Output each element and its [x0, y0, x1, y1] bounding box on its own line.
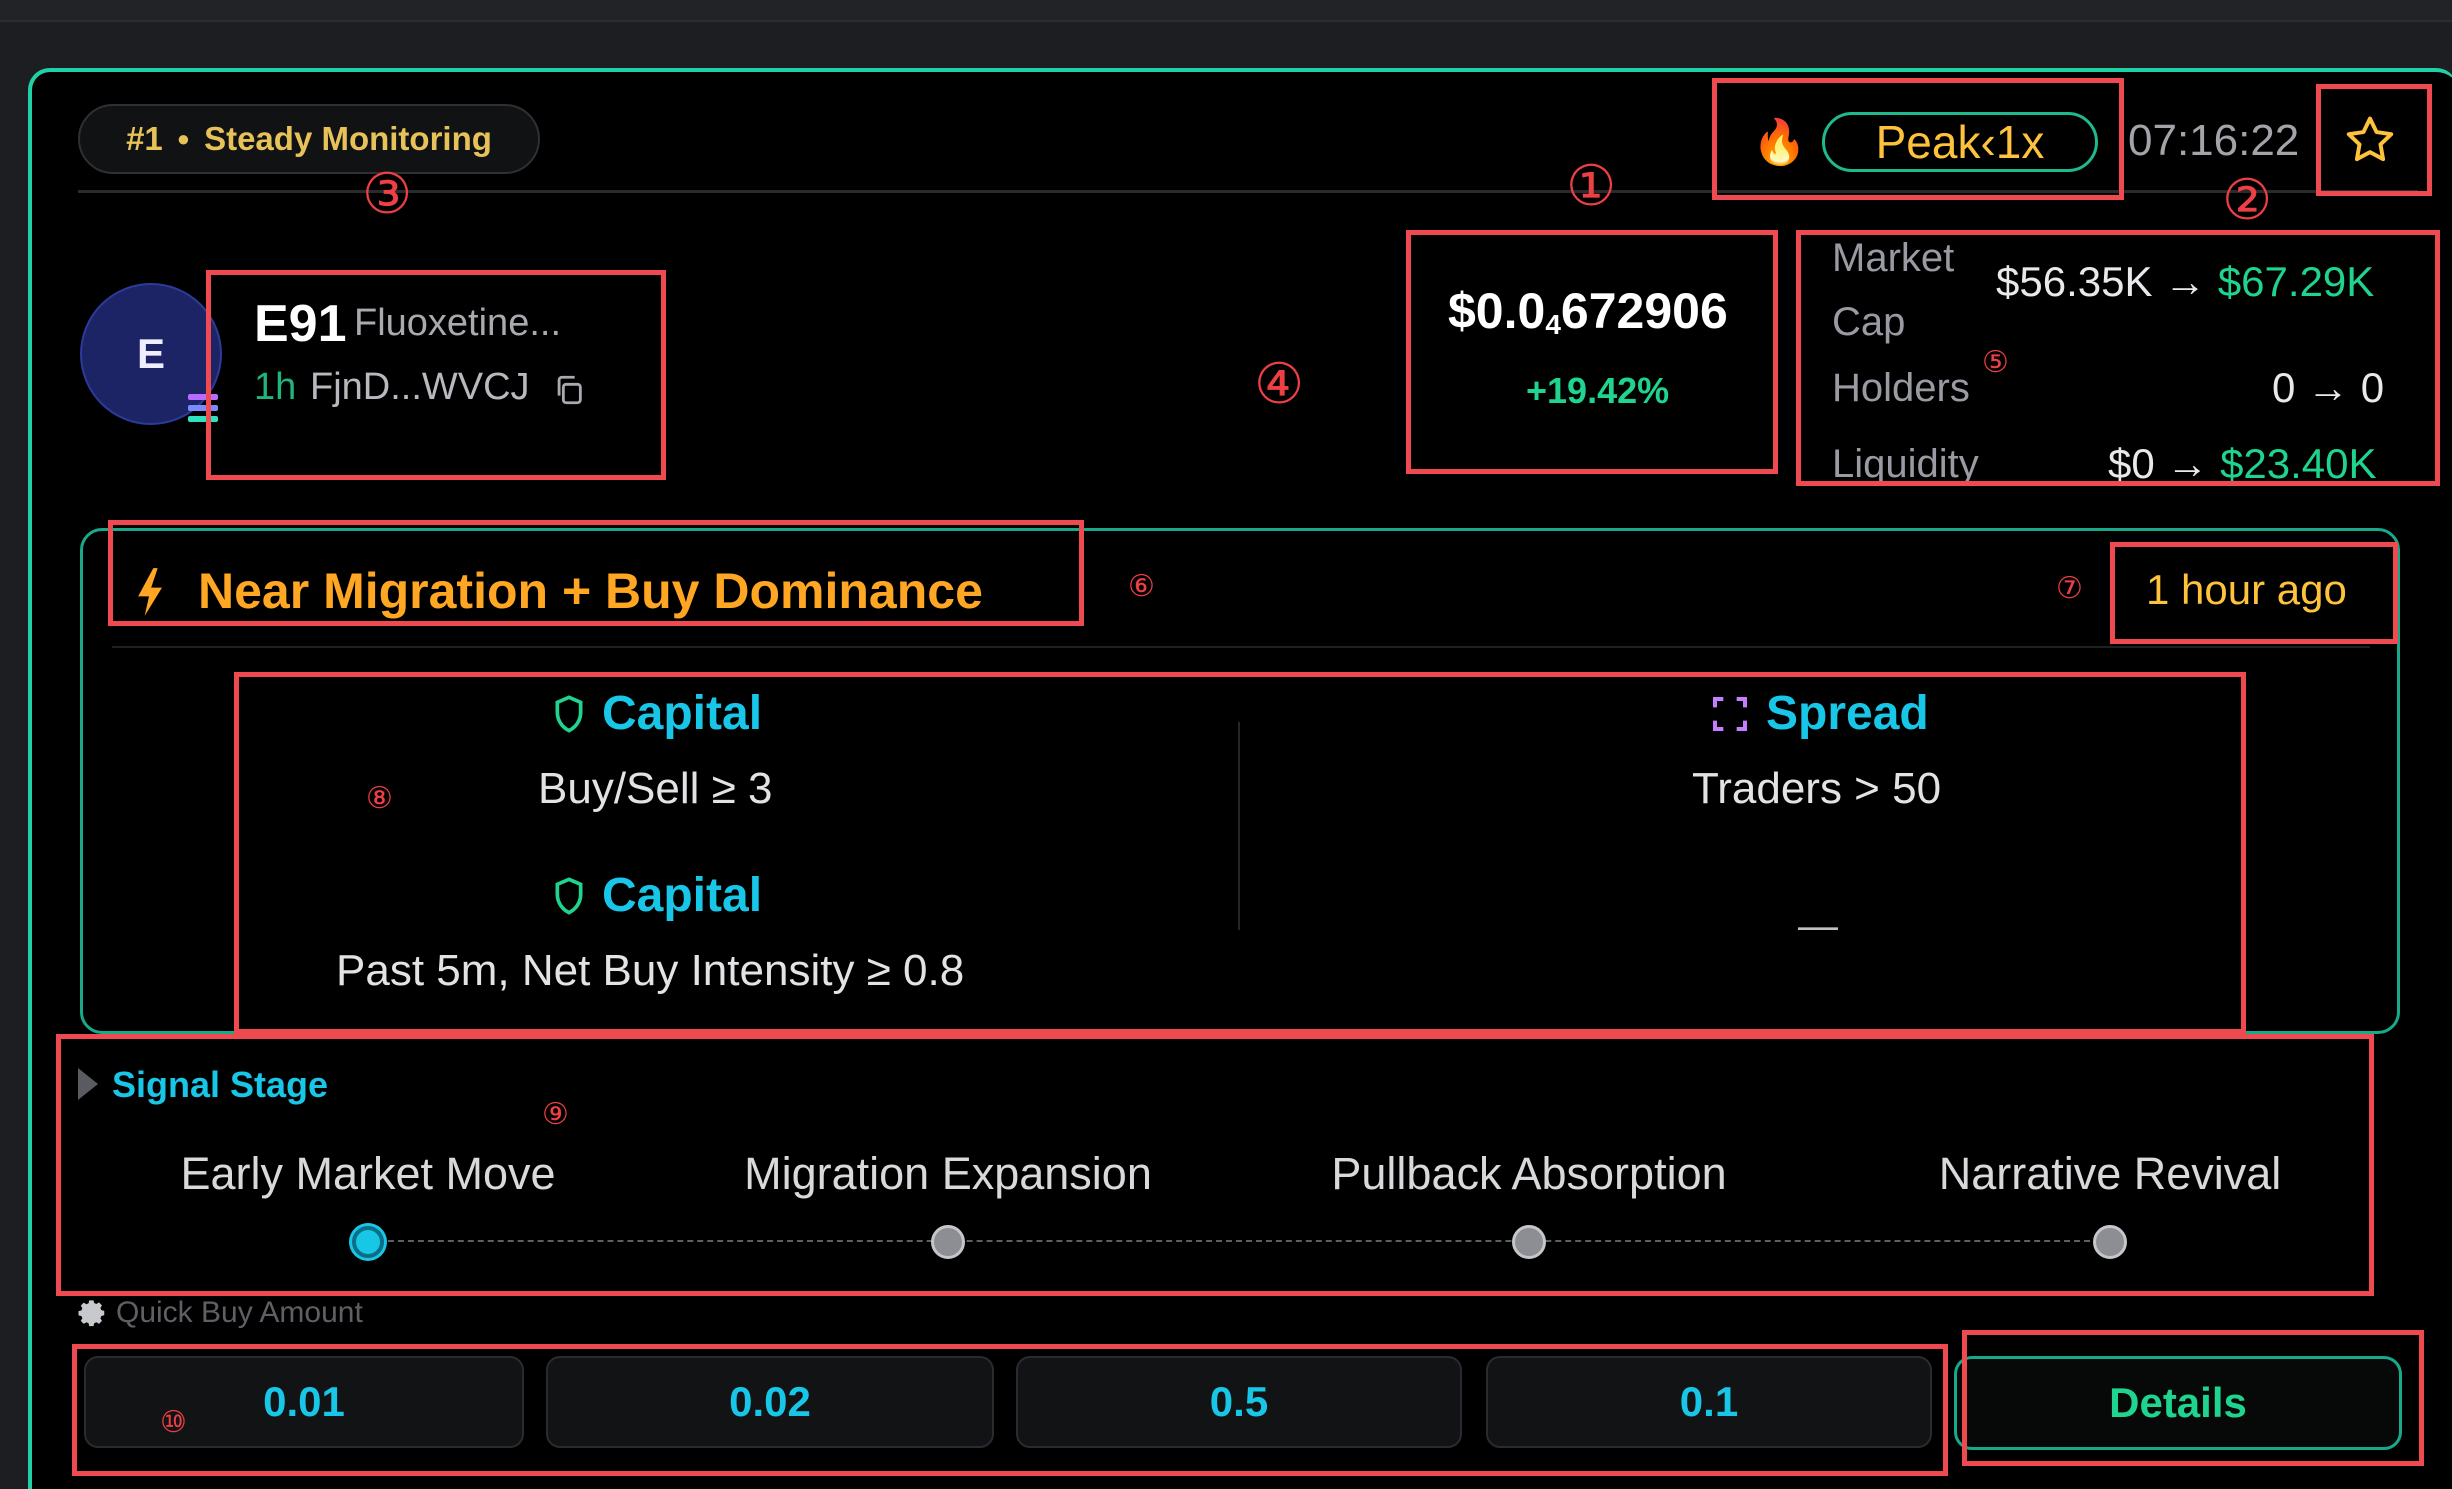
shield-icon [555, 876, 583, 915]
stage-dot [931, 1225, 965, 1259]
annotation-10: ⑩ [160, 1406, 187, 1439]
liquidity-from: $0 [2108, 440, 2155, 487]
panel-divider [112, 646, 2370, 648]
top-bar [0, 0, 2452, 22]
conditions-divider [1238, 722, 1240, 930]
stage-label-4: Narrative Revival [1938, 1148, 2282, 1199]
quick-buy-button-3[interactable]: 0.5 [1016, 1356, 1462, 1448]
status-dot: ● [176, 126, 191, 151]
chain-icon [186, 392, 220, 424]
condition-4-rule: — [1798, 904, 1838, 948]
market-cap-label: Market Cap [1832, 226, 1954, 354]
rank-number: #1 [126, 120, 163, 157]
token-symbol: E91 [254, 295, 347, 353]
price-prefix: $0.0 [1448, 283, 1546, 339]
holders-from: 0 [2272, 364, 2296, 411]
annotation-7: ⑦ [2056, 572, 2083, 605]
holders-label: Holders [1832, 366, 1970, 410]
annotation-1: ① [1566, 154, 1617, 217]
quick-buy-amount: 0.5 [1209, 1378, 1269, 1425]
holders-to: 0 [2360, 364, 2385, 411]
gear-icon [78, 1298, 108, 1328]
liquidity-label: Liquidity [1832, 442, 1979, 486]
spread-icon [1713, 696, 1747, 731]
status-text: Steady Monitoring [204, 120, 492, 157]
token-age: 1h [254, 366, 297, 408]
stage-dot-active [352, 1226, 384, 1258]
annotation-4: ④ [1254, 352, 1305, 415]
stage-track [368, 1240, 2110, 1242]
price-change: +19.42% [1526, 370, 1670, 411]
stage-label-2: Migration Expansion [744, 1148, 1152, 1199]
holders-value: 0 → 0 [2272, 364, 2384, 412]
rank-status-badge: #1 ● Steady Monitoring [78, 104, 540, 174]
market-cap-label-line2: Cap [1832, 300, 1906, 344]
annotation-8: ⑧ [366, 782, 393, 815]
copy-icon[interactable] [552, 372, 586, 408]
condition-3-header: Capital [552, 868, 762, 923]
annotation-5: ⑤ [1982, 346, 2009, 379]
signal-title: Near Migration + Buy Dominance [198, 563, 983, 619]
peak-badge: Peak‹1x [1822, 112, 2098, 172]
annotation-3: ③ [362, 162, 413, 225]
arrow: → [2166, 440, 2209, 487]
annotation-9: ⑨ [542, 1098, 569, 1131]
token-address: FjnD...WVCJ [310, 366, 530, 408]
token-name: Fluoxetine... [354, 302, 561, 344]
condition-3-rule: Past 5m, Net Buy Intensity ≥ 0.8 [336, 946, 965, 995]
price-zero-count: 4 [1545, 309, 1561, 340]
quick-buy-amount: 0.02 [729, 1378, 811, 1425]
condition-1-header: Capital [552, 686, 762, 741]
liquidity-value: $0 → $23.40K [2108, 440, 2377, 488]
collapse-toggle-icon[interactable] [78, 1068, 98, 1100]
condition-2-header: Spread [1710, 686, 1929, 741]
shield-icon [555, 694, 583, 733]
liquidity-to: $23.40K [2220, 440, 2377, 487]
clock-time: 07:16:22 [2128, 116, 2300, 165]
arrow: → [2307, 364, 2350, 411]
stage-dot [1512, 1225, 1546, 1259]
quick-buy-amount: 0.1 [1679, 1378, 1739, 1425]
stage-label-1: Early Market Move [180, 1148, 556, 1199]
market-cap-value: $56.35K → $67.29K [1996, 258, 2374, 306]
annotation-2: ② [2222, 168, 2273, 231]
details-button[interactable]: Details [1954, 1356, 2402, 1450]
header-divider [78, 190, 2418, 193]
quick-buy-label: Quick Buy Amount [116, 1296, 363, 1329]
condition-category: Capital [602, 869, 763, 922]
stage-label-3: Pullback Absorption [1331, 1148, 1727, 1199]
annotation-6: ⑥ [1128, 570, 1155, 603]
market-cap-from: $56.35K [1996, 258, 2153, 305]
quick-buy-amount: 0.01 [263, 1378, 345, 1425]
peak-label: Peak‹1x [1875, 116, 2045, 168]
token-price: $0.04672906 [1448, 282, 1728, 341]
lightning-icon [132, 566, 166, 618]
arrow: → [2164, 258, 2207, 305]
star-icon[interactable] [2342, 112, 2398, 168]
condition-category: Capital [602, 687, 763, 740]
signal-time-ago: 1 hour ago [2146, 566, 2347, 613]
market-cap-label-line1: Market [1832, 236, 1955, 280]
market-cap-to: $67.29K [2217, 258, 2375, 305]
condition-1-rule: Buy/Sell ≥ 3 [538, 764, 773, 813]
fire-icon: 🔥 [1752, 118, 1807, 167]
avatar-letter: E [136, 330, 165, 377]
quick-buy-button-2[interactable]: 0.02 [546, 1356, 994, 1448]
condition-2-rule: Traders > 50 [1692, 764, 1942, 813]
quick-buy-button-1[interactable]: 0.01 [84, 1356, 524, 1448]
price-digits: 672906 [1560, 283, 1728, 339]
quick-buy-button-4[interactable]: 0.1 [1486, 1356, 1932, 1448]
condition-category: Spread [1766, 687, 1929, 740]
details-label: Details [2109, 1379, 2247, 1426]
signal-stage-title[interactable]: Signal Stage [112, 1064, 328, 1106]
stage-dot [2093, 1225, 2127, 1259]
